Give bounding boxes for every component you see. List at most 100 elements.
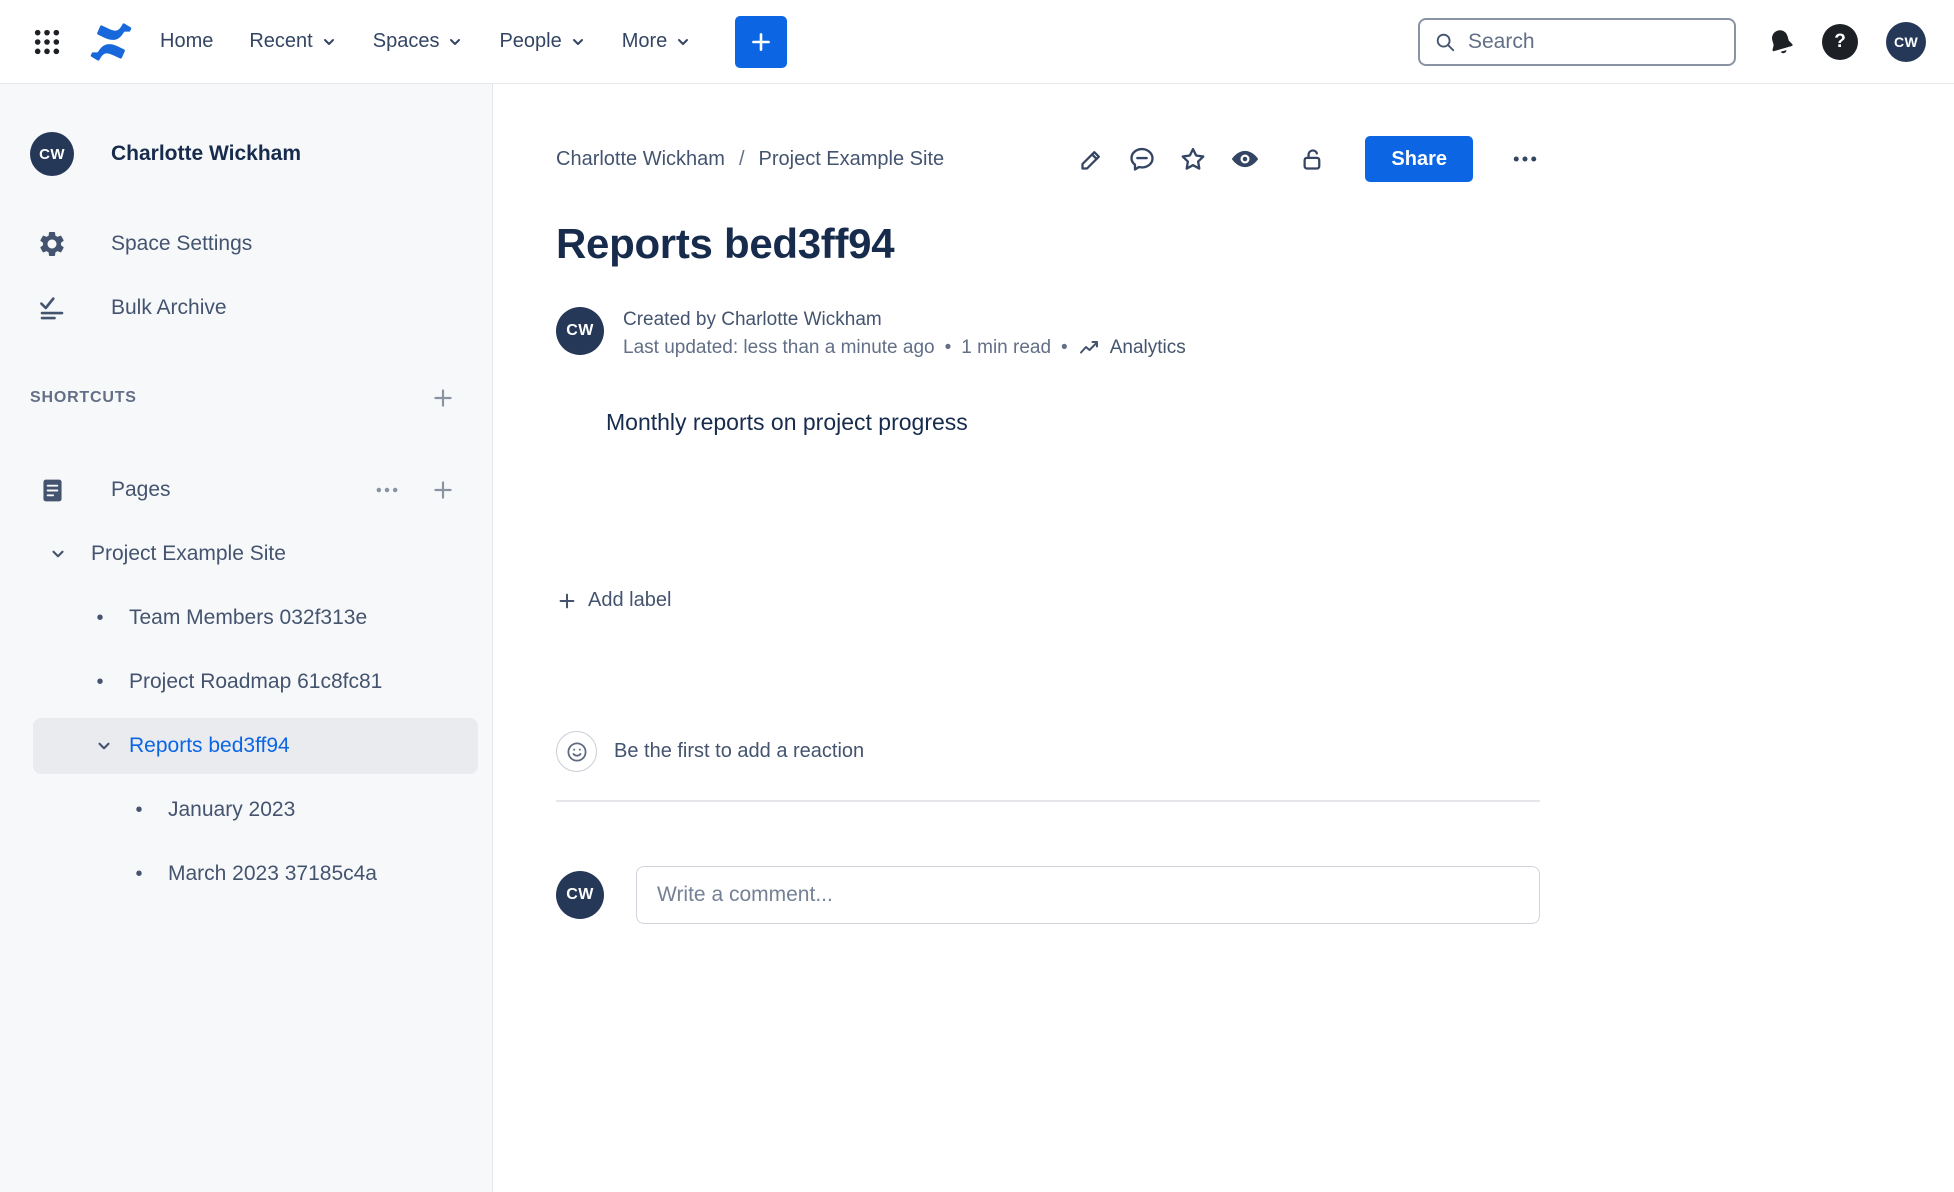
nav-item-people[interactable]: People bbox=[481, 16, 603, 68]
nav-item-spaces[interactable]: Spaces bbox=[355, 16, 482, 68]
add-shortcut-button[interactable] bbox=[428, 383, 458, 413]
search-input[interactable] bbox=[1468, 29, 1720, 54]
smiley-icon bbox=[566, 741, 587, 762]
pencil-icon bbox=[1081, 150, 1101, 170]
eye-icon bbox=[1232, 150, 1259, 168]
reaction-prompt: Be the first to add a reaction bbox=[614, 740, 865, 762]
space-name: Charlotte Wickham bbox=[111, 142, 302, 165]
space-avatar: CW bbox=[30, 132, 74, 176]
grid-icon bbox=[34, 29, 60, 54]
bulk-archive-icon bbox=[30, 293, 74, 323]
shortcuts-section-header: SHORTCUTS bbox=[0, 366, 492, 430]
add-reaction-button[interactable] bbox=[556, 731, 597, 772]
nav-item-label: Recent bbox=[249, 30, 313, 52]
plus-icon bbox=[434, 481, 452, 499]
bullet-icon bbox=[134, 799, 144, 822]
tree-item-project-roadmap[interactable]: Project Roadmap 61c8fc81 bbox=[0, 650, 492, 714]
plus-icon bbox=[434, 389, 452, 407]
notifications-button[interactable] bbox=[1766, 27, 1796, 57]
page-header-row: Charlotte Wickham / Project Example Site bbox=[556, 136, 1540, 182]
chevron-down-icon bbox=[450, 38, 461, 45]
page-title: Reports bed3ff94 bbox=[556, 220, 895, 267]
help-button[interactable]: ? bbox=[1822, 23, 1858, 60]
search-box[interactable] bbox=[1418, 17, 1736, 66]
avatar-initials: CW bbox=[566, 322, 594, 339]
user-avatar[interactable]: CW bbox=[1886, 21, 1926, 62]
plus-icon bbox=[752, 32, 771, 51]
comment-button[interactable] bbox=[1128, 145, 1156, 173]
primary-nav: Home Recent Spaces People More bbox=[142, 16, 709, 68]
create-button[interactable] bbox=[735, 15, 788, 68]
bell-icon bbox=[1772, 29, 1793, 53]
nav-item-home[interactable]: Home bbox=[142, 16, 231, 68]
sidebar-item-space-settings[interactable]: Space Settings bbox=[0, 212, 492, 276]
edit-button[interactable] bbox=[1078, 146, 1105, 173]
sidebar-item-label: Bulk Archive bbox=[111, 296, 227, 319]
pages-icon bbox=[30, 476, 74, 505]
breadcrumb: Charlotte Wickham / Project Example Site bbox=[556, 148, 944, 171]
tree-item-january-2023[interactable]: January 2023 bbox=[0, 778, 492, 842]
share-button-label: Share bbox=[1391, 147, 1447, 170]
confluence-logo[interactable] bbox=[90, 22, 132, 62]
breadcrumb-space-link[interactable]: Charlotte Wickham bbox=[556, 148, 725, 171]
byline-meta: Last updated: less than a minute ago • 1… bbox=[623, 336, 1186, 360]
avatar-initials: CW bbox=[566, 886, 594, 903]
chevron-down-icon[interactable] bbox=[49, 545, 67, 563]
comments-divider bbox=[556, 800, 1540, 802]
tree-item-march-2023[interactable]: March 2023 37185c4a bbox=[0, 842, 492, 906]
tree-item-label: Project Example Site bbox=[91, 542, 286, 565]
nav-item-label: Home bbox=[160, 30, 214, 52]
pages-more-button[interactable] bbox=[372, 475, 402, 505]
add-page-button[interactable] bbox=[428, 475, 458, 505]
search-icon bbox=[1436, 33, 1455, 51]
sidebar-item-bulk-archive[interactable]: Bulk Archive bbox=[0, 276, 492, 340]
chevron-down-icon bbox=[323, 38, 334, 45]
nav-item-label: People bbox=[499, 30, 562, 52]
restrictions-button[interactable] bbox=[1299, 146, 1326, 173]
comment-bubble-icon bbox=[1130, 147, 1155, 171]
main-content: Charlotte Wickham / Project Example Site bbox=[493, 84, 1954, 1192]
share-button[interactable]: Share bbox=[1365, 136, 1473, 182]
separator-dot: • bbox=[1061, 337, 1068, 358]
tree-item-team-members[interactable]: Team Members 032f313e bbox=[0, 586, 492, 650]
more-horizontal-icon bbox=[1513, 156, 1537, 162]
tree-item-label: March 2023 37185c4a bbox=[168, 862, 377, 885]
page-body-text: Monthly reports on project progress bbox=[606, 409, 968, 435]
tree-item-label: January 2023 bbox=[168, 798, 296, 821]
tree-item-project-example-site[interactable]: Project Example Site bbox=[0, 522, 492, 586]
more-actions-button[interactable] bbox=[1510, 144, 1540, 174]
byline: CW Created by Charlotte Wickham Last upd… bbox=[556, 307, 1540, 360]
page-actions: Share bbox=[1078, 136, 1540, 182]
analytics-link[interactable]: Analytics bbox=[1078, 336, 1186, 360]
shortcuts-heading: SHORTCUTS bbox=[30, 389, 137, 406]
space-sidebar: CW Charlotte Wickham Space Settings Bulk… bbox=[0, 84, 493, 1192]
gear-icon bbox=[30, 229, 74, 259]
tree-item-reports-selected[interactable]: Reports bed3ff94 bbox=[33, 718, 478, 774]
tree-item-label: Team Members 032f313e bbox=[129, 606, 368, 629]
comment-input[interactable] bbox=[636, 866, 1540, 924]
reactions-row: Be the first to add a reaction bbox=[556, 731, 1540, 772]
watch-button[interactable] bbox=[1230, 144, 1260, 174]
add-label-button[interactable]: Add label bbox=[556, 589, 671, 612]
app-switcher-button[interactable] bbox=[30, 25, 64, 59]
pages-heading: Pages bbox=[111, 478, 171, 501]
breadcrumb-parent-link[interactable]: Project Example Site bbox=[759, 148, 945, 171]
more-horizontal-icon bbox=[376, 487, 398, 493]
space-header[interactable]: CW Charlotte Wickham bbox=[0, 132, 492, 176]
chevron-down-icon[interactable] bbox=[95, 737, 113, 755]
author-avatar[interactable]: CW bbox=[556, 307, 604, 355]
nav-item-label: More bbox=[621, 30, 668, 52]
pages-section-header[interactable]: Pages bbox=[0, 458, 492, 522]
pages-header-actions bbox=[372, 475, 458, 505]
star-button[interactable] bbox=[1179, 145, 1207, 173]
nav-item-recent[interactable]: Recent bbox=[231, 16, 354, 68]
confluence-logo-icon bbox=[90, 22, 132, 61]
commenter-avatar: CW bbox=[556, 871, 604, 919]
last-updated-link[interactable]: Last updated: less than a minute ago bbox=[623, 336, 935, 360]
help-label: ? bbox=[1834, 30, 1846, 52]
bullet-icon bbox=[95, 671, 105, 694]
nav-item-more[interactable]: More bbox=[604, 16, 710, 68]
analytics-label: Analytics bbox=[1109, 337, 1186, 358]
avatar-initials: CW bbox=[39, 145, 65, 163]
separator-dot: • bbox=[944, 337, 952, 358]
